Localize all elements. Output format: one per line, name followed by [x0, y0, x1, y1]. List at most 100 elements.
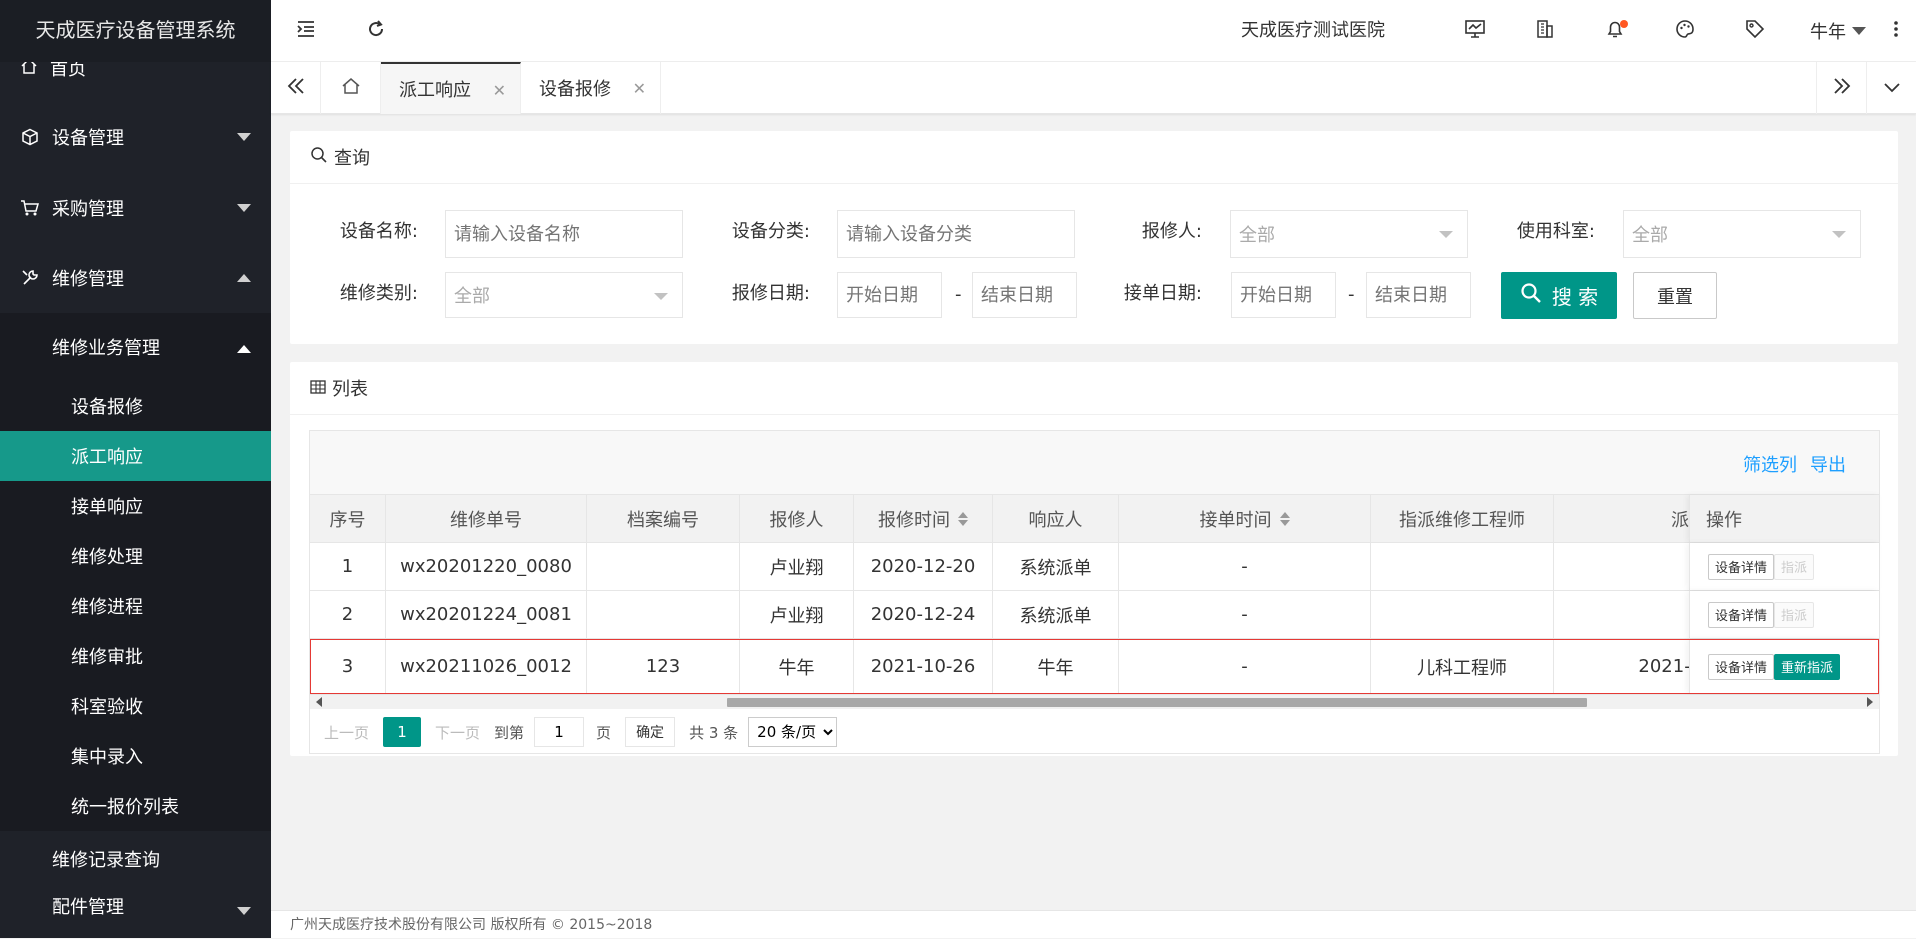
- tab-scroll-left-button[interactable]: [271, 62, 321, 114]
- table-icon: [310, 378, 326, 399]
- reassign-button[interactable]: 重新指派: [1774, 653, 1841, 680]
- sidebar-subitem-repair-approval[interactable]: 维修审批: [0, 631, 271, 681]
- column-header: 操作: [1689, 495, 1879, 542]
- monitor-icon: [1464, 19, 1486, 43]
- sidebar-subitem-device-repair[interactable]: 设备报修: [0, 381, 271, 431]
- tab-device-repair[interactable]: 设备报修 ✕: [521, 62, 661, 114]
- reporter-select-value: 全部: [1239, 225, 1275, 246]
- sort-icon[interactable]: [1279, 511, 1290, 526]
- repair-type-select-value: 全部: [454, 286, 490, 307]
- submenu-repair: 维修业务管理 设备报修 派工响应 接单响应 维修处理 维修进程 维修审批 科室验…: [0, 313, 271, 831]
- repair-type-select[interactable]: 全部: [445, 272, 683, 318]
- sidebar-item-purchase-management[interactable]: 采购管理: [0, 173, 271, 243]
- home-icon: [341, 77, 361, 99]
- table-toolbar: 筛选列 导出: [310, 431, 1879, 495]
- reporter-label: 报修人:: [1141, 221, 1202, 242]
- accept-date-start-input[interactable]: [1231, 272, 1336, 318]
- sidebar-subitem-repair-processing[interactable]: 维修处理: [0, 531, 271, 581]
- table-header: 序号 维修单号 档案编号 报修人 报修时间 响应人 接单时间 指派维修工程师 派…: [310, 495, 1879, 543]
- confirm-page-button[interactable]: 确定: [625, 717, 676, 747]
- scroll-left-arrow-icon[interactable]: [316, 697, 322, 707]
- device-category-input[interactable]: [837, 210, 1075, 258]
- sidebar-subitem-repair-progress[interactable]: 维修进程: [0, 581, 271, 631]
- table-cell: 卢业翔: [740, 543, 854, 590]
- accept-date-end-input[interactable]: [1366, 272, 1471, 318]
- more-menu-button[interactable]: [1876, 0, 1916, 62]
- device-detail-button[interactable]: 设备详情: [1708, 653, 1775, 680]
- list-title: 列表: [332, 379, 368, 400]
- close-icon[interactable]: ✕: [633, 79, 646, 98]
- table-cell: wx20211026_0012: [386, 639, 587, 694]
- notification-badge: [1620, 20, 1628, 28]
- caret-down-icon: [1852, 27, 1866, 35]
- tab-dispatch-response[interactable]: 派工响应 ✕: [381, 62, 521, 114]
- theme-button[interactable]: [1650, 0, 1720, 62]
- reporter-select[interactable]: 全部: [1230, 210, 1468, 258]
- tag-button[interactable]: [1720, 0, 1790, 62]
- sidebar-item-repair-records[interactable]: 维修记录查询: [0, 831, 271, 887]
- query-title: 查询: [334, 148, 370, 169]
- building-button[interactable]: [1510, 0, 1580, 62]
- filter-columns-link[interactable]: 筛选列: [1743, 451, 1797, 477]
- refresh-button[interactable]: [341, 0, 411, 62]
- date-range-dash: -: [955, 284, 962, 305]
- current-page-button[interactable]: 1: [383, 717, 422, 747]
- table-row[interactable]: 1 wx20201220_0080 卢业翔 2020-12-20 系统派单 - …: [310, 543, 1879, 591]
- table-row[interactable]: 3 wx20211026_0012 123 牛年 2021-10-26 牛年 -…: [310, 639, 1879, 695]
- close-icon[interactable]: ✕: [493, 81, 506, 100]
- user-menu[interactable]: 牛年: [1790, 0, 1876, 62]
- device-detail-button[interactable]: 设备详情: [1708, 601, 1775, 628]
- sidebar-item-device-management[interactable]: 设备管理: [0, 101, 271, 173]
- sidebar-subitem-batch-entry[interactable]: 集中录入: [0, 731, 271, 781]
- sidebar-subitem-department-acceptance[interactable]: 科室验收: [0, 681, 271, 731]
- scroll-right-arrow-icon[interactable]: [1867, 697, 1873, 707]
- sidebar-item-repair-management[interactable]: 维修管理: [0, 243, 271, 313]
- sidebar-item-label: 维修记录查询: [52, 850, 160, 871]
- sidebar-subitem-order-response[interactable]: 接单响应: [0, 481, 271, 531]
- export-link[interactable]: 导出: [1810, 451, 1846, 477]
- column-header-sortable[interactable]: 接单时间: [1119, 495, 1371, 542]
- department-select-value: 全部: [1632, 225, 1668, 246]
- wrench-icon: [20, 268, 40, 288]
- column-header: 序号: [310, 495, 386, 542]
- tab-home[interactable]: [321, 62, 381, 114]
- table-cell: 牛年: [993, 639, 1119, 694]
- scrollbar-thumb[interactable]: [727, 698, 1587, 707]
- repair-type-label: 维修类别:: [339, 283, 418, 304]
- search-button[interactable]: 搜 索: [1501, 272, 1617, 319]
- sidebar-group-label: 维修业务管理: [52, 338, 160, 359]
- tab-scroll-right-button[interactable]: [1816, 62, 1866, 114]
- sidebar-subitem-unified-quote-list[interactable]: 统一报价列表: [0, 781, 271, 831]
- page-number-input[interactable]: [534, 717, 585, 747]
- notification-button[interactable]: [1580, 0, 1650, 62]
- next-page-button[interactable]: 下一页: [435, 722, 480, 743]
- device-name-input[interactable]: [445, 210, 683, 258]
- sidebar-item-parts-management[interactable]: 配件管理: [0, 887, 271, 933]
- app-title: 天成医疗设备管理系统: [0, 0, 271, 62]
- column-header-sortable[interactable]: 报修时间: [854, 495, 993, 542]
- sort-icon[interactable]: [958, 511, 968, 526]
- accept-date-label: 接单日期:: [1123, 283, 1202, 304]
- report-date-end-input[interactable]: [972, 272, 1077, 318]
- horizontal-scrollbar[interactable]: [310, 695, 1879, 709]
- table-cell: 系统派单: [993, 591, 1119, 638]
- table-row[interactable]: 2 wx20201224_0081 卢业翔 2020-12-24 系统派单 - …: [310, 591, 1879, 639]
- pagination: 上一页 1 下一页 到第 页 确定 共 3 条 20 条/页: [310, 709, 1879, 755]
- device-detail-button[interactable]: 设备详情: [1708, 553, 1775, 580]
- column-header: 维修单号: [386, 495, 587, 542]
- column-header-label: 报修时间: [878, 509, 950, 531]
- assign-button[interactable]: 指派: [1774, 553, 1815, 580]
- department-select[interactable]: 全部: [1623, 210, 1861, 258]
- sidebar-subitem-dispatch-response[interactable]: 派工响应: [0, 431, 271, 481]
- screen-button[interactable]: [1440, 0, 1510, 62]
- prev-page-button[interactable]: 上一页: [324, 722, 369, 743]
- tab-menu-button[interactable]: [1866, 62, 1916, 114]
- table-cell: wx20201224_0081: [386, 591, 587, 638]
- reset-button[interactable]: 重置: [1633, 272, 1717, 319]
- collapse-menu-button[interactable]: [271, 0, 341, 62]
- report-date-start-input[interactable]: [837, 272, 942, 318]
- assign-button[interactable]: 指派: [1774, 601, 1815, 628]
- sidebar-group-repair-business[interactable]: 维修业务管理: [0, 313, 271, 381]
- page-size-select[interactable]: 20 条/页: [748, 717, 838, 747]
- indent-icon: [296, 19, 316, 43]
